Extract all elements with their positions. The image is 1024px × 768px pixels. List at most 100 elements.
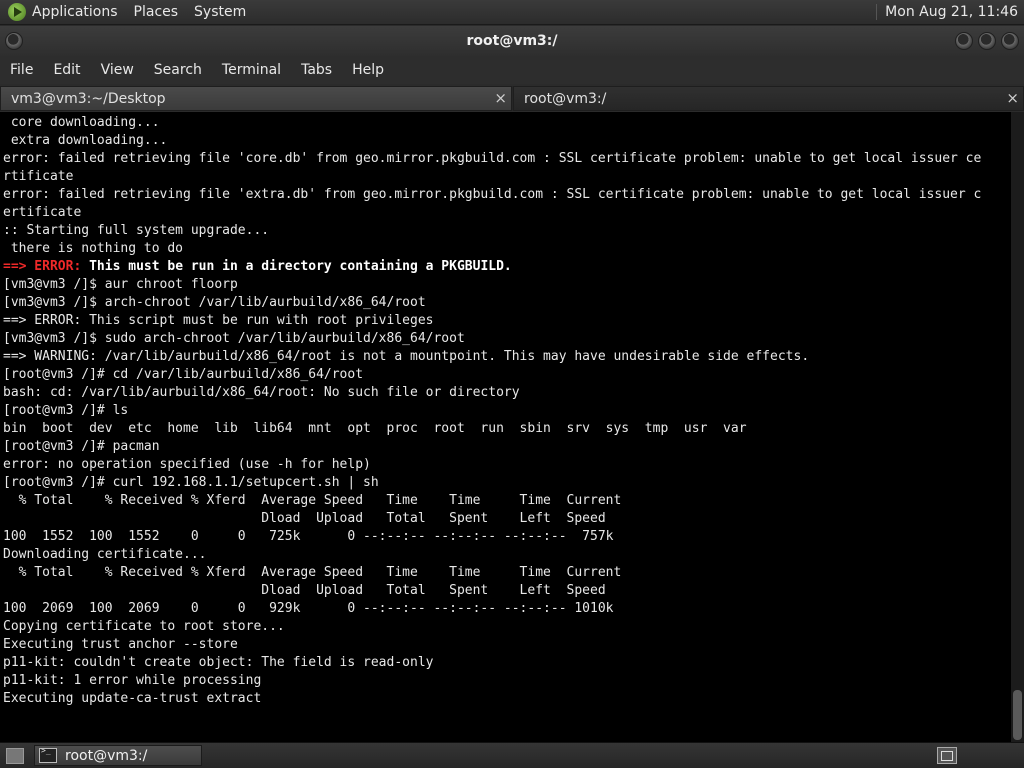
terminal-text: [vm3@vm3 /]$ sudo arch-chroot /var/lib/a… — [3, 331, 465, 346]
terminal-text: Downloading certificate... — [3, 547, 207, 562]
terminal-text: This must be run in a directory containi… — [81, 259, 512, 274]
menu-search[interactable]: Search — [144, 62, 212, 78]
terminal-line: Dload Upload Total Spent Left Speed — [3, 510, 1011, 528]
terminal-line: [root@vm3 /]# cd /var/lib/aurbuild/x86_6… — [3, 366, 1011, 384]
terminal-line: error: failed retrieving file 'core.db' … — [3, 150, 1011, 168]
terminal-text: bash: cd: /var/lib/aurbuild/x86_64/root:… — [3, 385, 520, 400]
terminal-text: ==> WARNING: /var/lib/aurbuild/x86_64/ro… — [3, 349, 810, 364]
tab-label: root@vm3:/ — [524, 90, 607, 107]
terminal-line: core downloading... — [3, 114, 1011, 132]
applications-menu[interactable]: Applications — [32, 4, 118, 20]
terminal-line: ertificate — [3, 204, 1011, 222]
terminal-output[interactable]: core downloading... extra downloading...… — [0, 112, 1011, 742]
terminal-line: [vm3@vm3 /]$ aur chroot floorp — [3, 276, 1011, 294]
terminal-text: % Total % Received % Xferd Average Speed… — [3, 493, 622, 508]
taskbar-button[interactable]: root@vm3:/ — [34, 745, 202, 766]
window-titlebar[interactable]: root@vm3:/ — [0, 26, 1024, 56]
workspace-switcher-icon[interactable] — [937, 747, 957, 764]
terminal-line: Copying certificate to root store... — [3, 618, 1011, 636]
bottom-panel: root@vm3:/ — [0, 742, 1024, 768]
terminal-line: p11-kit: 1 error while processing — [3, 672, 1011, 690]
terminal-scrollbar[interactable] — [1011, 112, 1024, 742]
close-button[interactable] — [1001, 32, 1019, 50]
terminal-text: error: failed retrieving file 'extra.db'… — [3, 187, 982, 202]
terminal-line: Executing update-ca-trust extract — [3, 690, 1011, 708]
terminal-line: ==> ERROR: This script must be run with … — [3, 312, 1011, 330]
terminal-text: error: failed retrieving file 'core.db' … — [3, 151, 982, 166]
terminal-line: % Total % Received % Xferd Average Speed… — [3, 492, 1011, 510]
terminal-text: Executing update-ca-trust extract — [3, 691, 262, 706]
terminal-text: error: no operation specified (use -h fo… — [3, 457, 371, 472]
top-panel: Applications Places System Mon Aug 21, 1… — [0, 0, 1024, 25]
terminal-text: ==> ERROR: This script must be run with … — [3, 313, 434, 328]
terminal-line: [vm3@vm3 /]$ sudo arch-chroot /var/lib/a… — [3, 330, 1011, 348]
terminal-text: there is nothing to do — [3, 241, 184, 256]
places-menu[interactable]: Places — [134, 4, 179, 20]
terminal-text: [vm3@vm3 /]$ aur chroot floorp — [3, 277, 238, 292]
terminal-line: Dload Upload Total Spent Left Speed — [3, 582, 1011, 600]
terminal-line: Executing trust anchor --store — [3, 636, 1011, 654]
terminal-text: Dload Upload Total Spent Left Speed — [3, 511, 606, 526]
terminal-line: there is nothing to do — [3, 240, 1011, 258]
system-menu[interactable]: System — [194, 4, 246, 20]
terminal-line: ==> ERROR: This must be run in a directo… — [3, 258, 1011, 276]
window-menu-icon[interactable] — [5, 32, 23, 50]
terminal-text: core downloading... — [3, 115, 160, 130]
terminal-text: % Total % Received % Xferd Average Speed… — [3, 565, 622, 580]
terminal-text: ertificate — [3, 205, 82, 220]
terminal-line: % Total % Received % Xferd Average Speed… — [3, 564, 1011, 582]
terminal-text: extra downloading... — [3, 133, 168, 148]
applications-icon[interactable] — [8, 3, 26, 21]
terminal-line: bin boot dev etc home lib lib64 mnt opt … — [3, 420, 1011, 438]
menu-help[interactable]: Help — [342, 62, 394, 78]
tab-label: vm3@vm3:~/Desktop — [11, 90, 166, 107]
terminal-text: [vm3@vm3 /]$ arch-chroot /var/lib/aurbui… — [3, 295, 426, 310]
terminal-line: p11-kit: couldn't create object: The fie… — [3, 654, 1011, 672]
scrollbar-thumb[interactable] — [1013, 690, 1022, 740]
terminal-text: [root@vm3 /]# cd /var/lib/aurbuild/x86_6… — [3, 367, 364, 382]
terminal-text: rtificate — [3, 169, 74, 184]
tab-close-icon[interactable]: × — [494, 90, 507, 106]
menu-edit[interactable]: Edit — [43, 62, 90, 78]
terminal-text: Copying certificate to root store... — [3, 619, 285, 634]
terminal-line: [root@vm3 /]# curl 192.168.1.1/setupcert… — [3, 474, 1011, 492]
terminal-line: [vm3@vm3 /]$ arch-chroot /var/lib/aurbui… — [3, 294, 1011, 312]
terminal-line: Downloading certificate... — [3, 546, 1011, 564]
terminal-line: 100 2069 100 2069 0 0 929k 0 --:--:-- --… — [3, 600, 1011, 618]
tab-root[interactable]: root@vm3:/ × — [513, 86, 1024, 111]
terminal-line: :: Starting full system upgrade... — [3, 222, 1011, 240]
menu-file[interactable]: File — [0, 62, 43, 78]
terminal-text: 100 2069 100 2069 0 0 929k 0 --:--:-- --… — [3, 601, 614, 616]
menu-tabs[interactable]: Tabs — [291, 62, 342, 78]
terminal-text: p11-kit: couldn't create object: The fie… — [3, 655, 434, 670]
terminal-text: Executing trust anchor --store — [3, 637, 238, 652]
maximize-button[interactable] — [978, 32, 996, 50]
tab-close-icon[interactable]: × — [1006, 90, 1019, 106]
menu-view[interactable]: View — [91, 62, 144, 78]
menu-terminal[interactable]: Terminal — [212, 62, 291, 78]
terminal-line: error: failed retrieving file 'extra.db'… — [3, 186, 1011, 204]
terminal-text: ==> ERROR: — [3, 259, 82, 274]
terminal-text: :: Starting full system upgrade... — [3, 223, 270, 238]
terminal-line: ==> WARNING: /var/lib/aurbuild/x86_64/ro… — [3, 348, 1011, 366]
minimize-button[interactable] — [955, 32, 973, 50]
terminal-text: [root@vm3 /]# pacman — [3, 439, 160, 454]
terminal-text: [root@vm3 /]# ls — [3, 403, 129, 418]
show-desktop-icon[interactable] — [6, 748, 24, 764]
window-title: root@vm3:/ — [466, 33, 558, 49]
terminal-line: rtificate — [3, 168, 1011, 186]
terminal-text: Dload Upload Total Spent Left Speed — [3, 583, 606, 598]
terminal-line: extra downloading... — [3, 132, 1011, 150]
terminal-icon — [39, 746, 57, 763]
terminal-text: [root@vm3 /]# curl 192.168.1.1/setupcert… — [3, 475, 379, 490]
terminal-line: 100 1552 100 1552 0 0 725k 0 --:--:-- --… — [3, 528, 1011, 546]
terminal-text: p11-kit: 1 error while processing — [3, 673, 262, 688]
terminal-line: bash: cd: /var/lib/aurbuild/x86_64/root:… — [3, 384, 1011, 402]
tab-desktop[interactable]: vm3@vm3:~/Desktop × — [0, 86, 512, 111]
clock[interactable]: Mon Aug 21, 11:46 — [876, 4, 1018, 20]
terminal-line: [root@vm3 /]# pacman — [3, 438, 1011, 456]
terminal-text: 100 1552 100 1552 0 0 725k 0 --:--:-- --… — [3, 529, 614, 544]
tab-bar: vm3@vm3:~/Desktop × root@vm3:/ × — [0, 86, 1024, 111]
terminal-text: bin boot dev etc home lib lib64 mnt opt … — [3, 421, 747, 436]
menubar: File Edit View Search Terminal Tabs Help — [0, 56, 1024, 84]
